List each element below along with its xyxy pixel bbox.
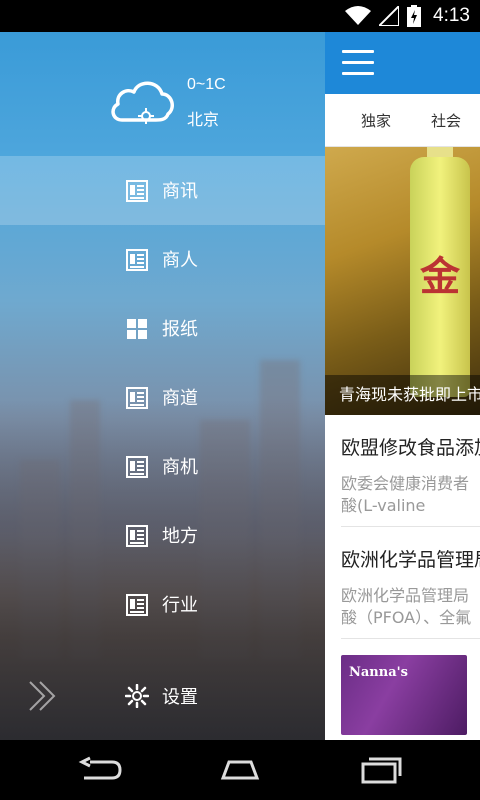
news-icon [126,387,148,409]
status-bar: 4:13 [0,0,480,32]
menu-item-shangji[interactable]: 商机 [0,432,325,501]
article-item[interactable]: 欧洲化学品管理局 欧洲化学品管理局 酸（PFOA）、全氟 [341,527,480,639]
article-item[interactable]: 欧盟修改食品添加 欧委会健康消费者 酸(L-valine [341,415,480,527]
menu-item-shangren[interactable]: 商人 [0,225,325,294]
menu-item-baozhi[interactable]: 报纸 [0,294,325,363]
home-icon[interactable] [215,754,265,786]
signal-icon [379,6,400,26]
bottle-label: 金 [420,254,460,300]
gear-icon [125,684,149,708]
navigation-drawer: 0~1C 北京 商讯 商人 报纸 商道 商机 地方 行业 设置 [0,32,325,740]
menu-item-label: 商讯 [162,181,198,202]
hero-banner[interactable]: 金 青海现未获批即上市 [325,147,480,415]
news-icon [126,249,148,271]
article-title: 欧盟修改食品添加 [341,437,480,459]
navigation-bar [0,740,480,800]
drawer-menu: 商讯 商人 报纸 商道 商机 地方 行业 [0,156,325,639]
article-title: 欧洲化学品管理局 [341,549,480,571]
clock: 4:13 [433,5,470,26]
settings-label: 设置 [162,687,198,708]
cloud-icon [111,81,174,124]
menu-item-label: 商道 [162,388,198,409]
menu-item-label: 商机 [162,457,198,478]
menu-item-shangxun[interactable]: 商讯 [0,156,325,225]
battery-charging-icon [407,5,422,27]
back-icon[interactable] [76,754,126,786]
news-icon [126,594,148,616]
grid-icon [127,319,147,339]
menu-icon[interactable] [342,50,374,76]
city-name: 北京 [187,110,220,129]
article-item-with-thumbnail[interactable]: Nanna's [341,639,480,740]
hero-caption: 青海现未获批即上市 [325,375,480,415]
wifi-icon [345,6,372,25]
article-summary: 欧委会健康消费者 酸(L-valine [341,474,470,515]
menu-item-label: 商人 [162,250,198,271]
main-content: 独家 社会 金 青海现未获批即上市 欧盟修改食品添加 欧委会健康消费者 酸(L-… [325,32,480,740]
menu-item-hangye[interactable]: 行业 [0,570,325,639]
news-icon [126,525,148,547]
tab-society[interactable]: 社会 [431,110,461,131]
news-icon [126,456,148,478]
menu-item-shangdao[interactable]: 商道 [0,363,325,432]
temperature: 0~1C [187,76,226,93]
article-summary: 欧洲化学品管理局 酸（PFOA）、全氟 [341,586,472,627]
menu-item-difang[interactable]: 地方 [0,501,325,570]
menu-item-label: 行业 [162,595,198,616]
recent-apps-icon[interactable] [355,754,405,786]
app-bar [325,32,480,94]
news-icon [126,180,148,202]
menu-item-label: 地方 [162,526,198,547]
settings-button[interactable]: 设置 [0,662,325,730]
article-thumbnail: Nanna's [341,655,467,735]
tab-exclusive[interactable]: 独家 [361,110,391,131]
category-tabs: 独家 社会 [325,94,480,147]
menu-item-label: 报纸 [162,319,198,340]
weather-widget[interactable]: 0~1C 北京 [108,74,308,144]
